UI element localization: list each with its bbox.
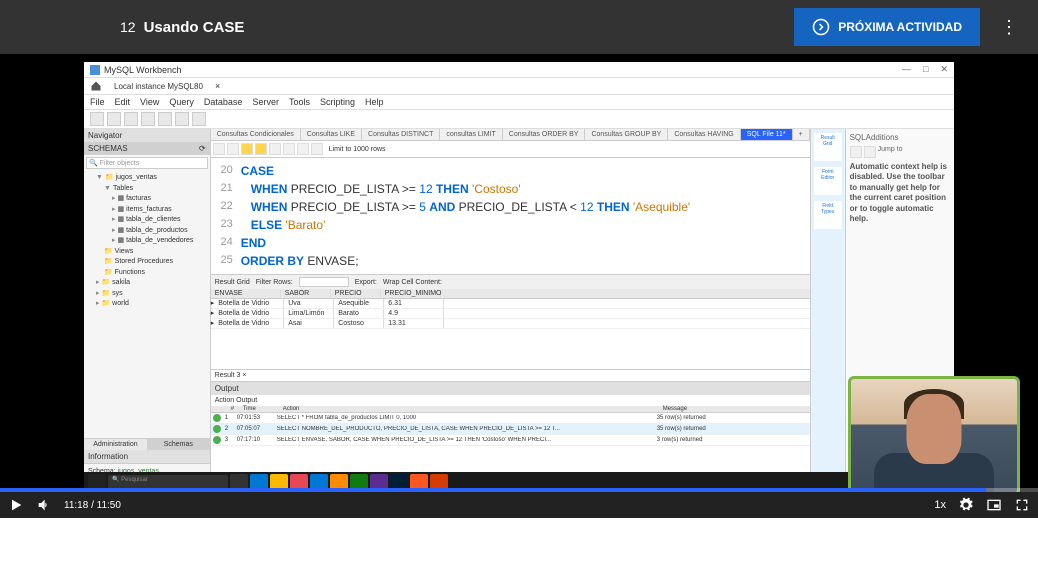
window-titlebar: MySQL Workbench — □ ✕ (84, 62, 954, 78)
minimize-icon[interactable]: — (902, 64, 911, 75)
main-toolbar (84, 110, 954, 129)
execute-step-icon[interactable] (255, 143, 267, 155)
maximize-icon[interactable]: □ (923, 64, 928, 75)
execute-icon[interactable] (241, 143, 253, 155)
connection-tabs: Local instance MySQL80 × (84, 78, 954, 95)
volume-button[interactable] (36, 497, 52, 513)
pip-button[interactable] (986, 497, 1002, 513)
home-icon[interactable] (90, 80, 102, 92)
admin-tab[interactable]: Administration (84, 439, 147, 450)
editor-tab[interactable]: Consultas LIKE (301, 129, 362, 140)
sqladd-header: SQLAdditions (850, 133, 950, 142)
settings-button[interactable] (958, 497, 974, 513)
taskbar-search[interactable]: 🔍 Pesquisar (108, 475, 228, 489)
video-container: MySQL Workbench — □ ✕ Local instance MyS… (0, 54, 1038, 518)
result-side-panel: Result Grid Form Editor Field Types (810, 129, 845, 479)
menu-tools[interactable]: Tools (289, 97, 310, 107)
toolbar-button[interactable] (297, 143, 309, 155)
toolbar-button[interactable] (311, 143, 323, 155)
editor-tab[interactable]: Consultas HAVING (668, 129, 740, 140)
filter-rows-input[interactable] (299, 277, 349, 287)
information-header: Information (84, 450, 210, 463)
side-panel-item[interactable]: Form Editor (814, 167, 842, 195)
editor-tab[interactable]: Consultas GROUP BY (585, 129, 668, 140)
sql-editor[interactable]: 20CASE21 WHEN PRECIO_DE_LISTA >= 12 THEN… (211, 158, 810, 274)
navigator-panel: Navigator SCHEMAS⟳ 🔍 Filter objects ▼📁 j… (84, 129, 211, 479)
play-button[interactable] (8, 497, 24, 513)
result-grid-label: Result Grid (215, 279, 250, 286)
schemas-header: SCHEMAS⟳ (84, 142, 210, 155)
output-section: Output Action Output #TimeActionMessage1… (211, 381, 810, 446)
context-help-text: Automatic context help is disabled. Use … (850, 162, 950, 224)
schemas-tab[interactable]: Schemas (147, 439, 210, 450)
menu-help[interactable]: Help (365, 97, 384, 107)
menu-bar: File Edit View Query Database Server Tools Scri… (84, 95, 954, 110)
filter-objects-input[interactable]: 🔍 Filter objects (86, 157, 208, 169)
lesson-number: 12 (120, 19, 136, 35)
editor-tab[interactable]: Consultas ORDER BY (503, 129, 586, 140)
result-section: Result Grid Filter Rows: Export: Wrap Ce… (211, 274, 810, 381)
editor-toolbar: Limit to 1000 rows (211, 141, 810, 158)
fullscreen-button[interactable] (1014, 497, 1030, 513)
menu-query[interactable]: Query (169, 97, 194, 107)
output-grid: #TimeActionMessage107:01:53SELECT * FROM… (211, 406, 810, 446)
side-panel-item[interactable]: Field Types (814, 201, 842, 229)
toolbar-button[interactable] (850, 146, 862, 158)
toolbar-button[interactable] (269, 143, 281, 155)
close-icon[interactable]: ✕ (940, 64, 948, 75)
toolbar-button[interactable] (283, 143, 295, 155)
menu-file[interactable]: File (90, 97, 105, 107)
menu-scripting[interactable]: Scripting (320, 97, 355, 107)
toolbar-button[interactable] (864, 146, 876, 158)
toolbar-button[interactable] (158, 112, 172, 126)
connection-tab[interactable]: Local instance MySQL80 (108, 81, 209, 92)
editor-tabs: Consultas CondicionalesConsultas LIKECon… (211, 129, 810, 141)
editor-tab-active[interactable]: SQL File 11* (741, 129, 793, 140)
editor-tab[interactable]: Consultas Condicionales (211, 129, 301, 140)
editor-tab[interactable]: Consultas DISTINCT (362, 129, 440, 140)
time-display: 11:18 / 11:50 (64, 500, 121, 511)
toolbar-button[interactable] (141, 112, 155, 126)
schema-tree[interactable]: ▼📁 jugos_ventas ▼Tables▸▦ facturas▸▦ ite… (84, 171, 210, 312)
result-grid[interactable]: ENVASESABORPRECIOPRECIO_MINIMO▸Botella d… (211, 289, 810, 329)
course-topbar: 12 Usando CASE PRÓXIMA ACTIVIDAD ⋮ (0, 0, 1038, 54)
menu-edit[interactable]: Edit (115, 97, 131, 107)
menu-database[interactable]: Database (204, 97, 243, 107)
video-player-controls: 11:18 / 11:50 1x (0, 492, 1038, 518)
output-header: Output (211, 382, 810, 395)
menu-server[interactable]: Server (252, 97, 279, 107)
toolbar-button[interactable] (107, 112, 121, 126)
row-limit-select[interactable]: Limit to 1000 rows (329, 146, 386, 153)
side-panel-item[interactable]: Result Grid (814, 133, 842, 161)
new-tab-button[interactable]: + (793, 129, 810, 140)
mysql-icon (90, 65, 100, 75)
output-type-select[interactable]: Action Output (215, 397, 257, 404)
more-menu-button[interactable]: ⋮ (1000, 17, 1018, 38)
toolbar-button[interactable] (192, 112, 206, 126)
toolbar-button[interactable] (90, 112, 104, 126)
toolbar-button[interactable] (124, 112, 138, 126)
menu-view[interactable]: View (140, 97, 159, 107)
screen-share: MySQL Workbench — □ ✕ Local instance MyS… (84, 62, 954, 492)
lesson-title: Usando CASE (144, 19, 245, 36)
editor-tab[interactable]: consultas LIMIT (440, 129, 502, 140)
navigator-header: Navigator (84, 129, 210, 142)
arrow-right-circle-icon (812, 18, 830, 36)
toolbar-button[interactable] (227, 143, 239, 155)
playback-speed-button[interactable]: 1x (934, 499, 946, 511)
presenter-webcam (848, 376, 1020, 496)
toolbar-button[interactable] (213, 143, 225, 155)
next-activity-button[interactable]: PRÓXIMA ACTIVIDAD (794, 8, 980, 46)
result-tab[interactable]: Result 3 × (211, 369, 810, 381)
toolbar-button[interactable] (175, 112, 189, 126)
